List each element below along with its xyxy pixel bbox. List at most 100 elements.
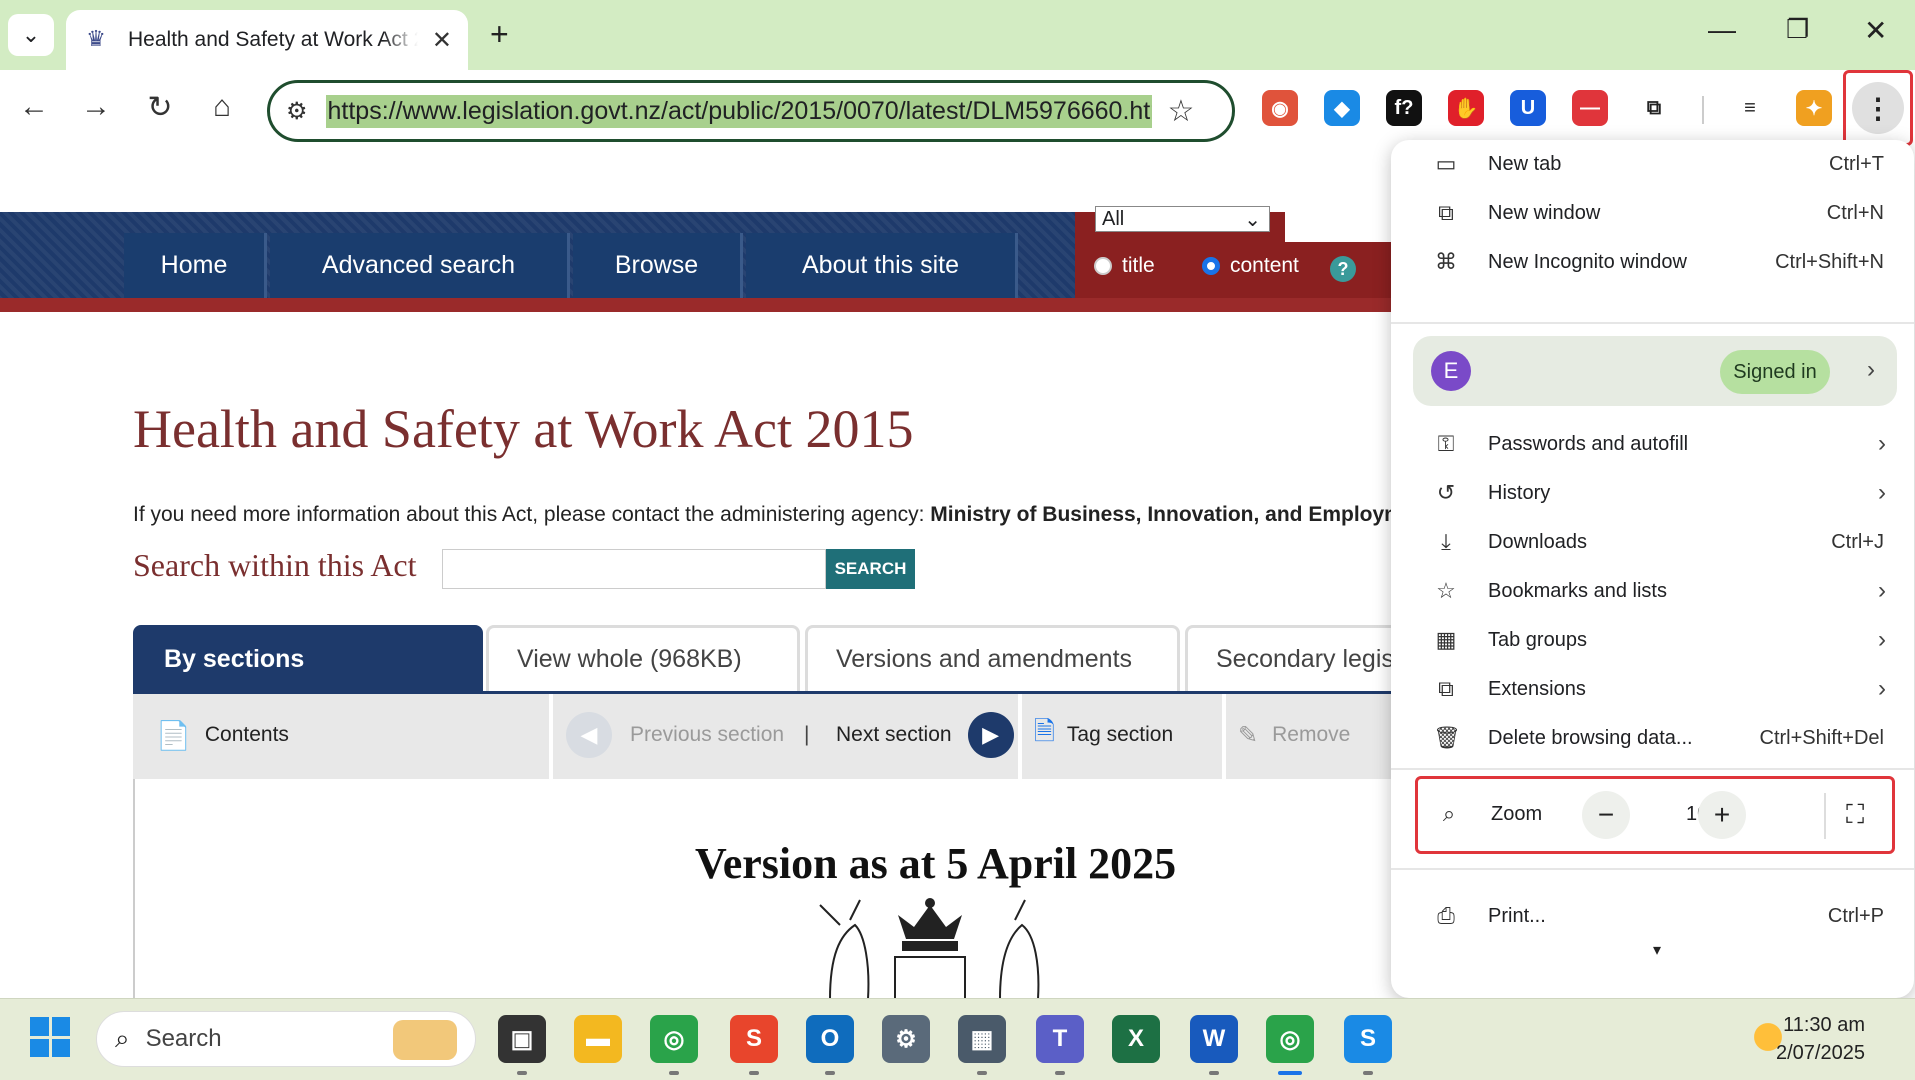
help-icon[interactable]: ? bbox=[1330, 256, 1356, 282]
menu-item-history[interactable]: ↺ History › bbox=[1391, 469, 1914, 517]
windows-start-icon[interactable] bbox=[30, 1017, 70, 1057]
contents-button[interactable]: 📄 Contents bbox=[156, 691, 289, 779]
adblock-extension-icon[interactable]: ✋ bbox=[1448, 90, 1484, 126]
menu-item-bookmarks-and-lists[interactable]: ☆ Bookmarks and lists › bbox=[1391, 567, 1914, 615]
chrome-menu-button[interactable]: ⋮ bbox=[1843, 70, 1913, 146]
star-icon[interactable]: ☆ bbox=[1168, 94, 1195, 129]
next-section-button[interactable]: Next section ▶ bbox=[836, 691, 1014, 779]
radio-title[interactable]: title bbox=[1094, 254, 1155, 278]
running-indicator bbox=[977, 1071, 987, 1075]
settings-icon[interactable]: ⚙ bbox=[882, 1015, 930, 1063]
tab-title: Health and Safety at Work Act 2015 No 70… bbox=[128, 28, 418, 51]
taskbar-search[interactable]: ⌕ Search bbox=[96, 1011, 476, 1067]
tag-section-button[interactable]: 🗎 Tag section bbox=[1034, 691, 1173, 779]
divider bbox=[1018, 694, 1022, 779]
menu-item-new-window[interactable]: ⧉ New window Ctrl+N bbox=[1391, 189, 1914, 237]
zoom-divider bbox=[1824, 793, 1826, 839]
excel-icon[interactable]: X bbox=[1112, 1015, 1160, 1063]
tab-view-whole[interactable]: View whole (968KB) bbox=[486, 625, 800, 691]
running-indicator bbox=[825, 1071, 835, 1075]
snagit-icon[interactable]: S bbox=[730, 1015, 778, 1063]
nav-browse[interactable]: Browse bbox=[573, 233, 743, 298]
close-tab-icon[interactable]: ✕ bbox=[432, 26, 452, 55]
stop-extension-icon[interactable]: — bbox=[1572, 90, 1608, 126]
close-window-icon[interactable]: ✕ bbox=[1864, 14, 1887, 47]
clock-time: 11:30 am bbox=[1783, 1014, 1865, 1036]
back-button[interactable]: ← bbox=[14, 90, 54, 124]
more-items-arrow[interactable]: ▾ bbox=[1653, 940, 1661, 960]
running-indicator bbox=[1209, 1071, 1219, 1075]
running-indicator bbox=[1363, 1071, 1373, 1075]
home-button[interactable]: ⌂ bbox=[202, 90, 242, 124]
forward-button[interactable]: → bbox=[76, 90, 116, 124]
active-tab[interactable]: ♛ Health and Safety at Work Act 2015 No … bbox=[66, 10, 468, 70]
menu-item-passwords-and-autofill[interactable]: ⚿ Passwords and autofill › bbox=[1391, 420, 1914, 468]
minimize-icon[interactable]: — bbox=[1708, 14, 1736, 46]
avatar: E bbox=[1431, 351, 1471, 391]
taskbar: ⌕ Search ▣ ▬ ◎ S O ⚙ ▦ T X W ◎ S 11:30 am 2/07/2025 bbox=[0, 998, 1915, 1080]
menu-item-label: New Incognito window bbox=[1488, 250, 1687, 273]
task-view-icon[interactable]: ▣ bbox=[498, 1015, 546, 1063]
menu-item-downloads[interactable]: ⤓ Downloads Ctrl+J bbox=[1391, 518, 1914, 566]
zoom-out-button[interactable]: − bbox=[1582, 791, 1630, 839]
next-section-label: Next section bbox=[836, 723, 952, 746]
address-bar[interactable]: ⚙ https://www.legislation.govt.nz/act/pu… bbox=[267, 80, 1235, 142]
menu-item-label: Print... bbox=[1488, 904, 1546, 927]
nav-about[interactable]: About this site bbox=[746, 233, 1018, 298]
profile-extension-icon[interactable]: ✦ bbox=[1796, 90, 1832, 126]
previous-section-button[interactable]: ◀ Previous section bbox=[566, 691, 784, 779]
zoom-in-button[interactable]: + bbox=[1698, 791, 1746, 839]
teams-icon[interactable]: T bbox=[1036, 1015, 1084, 1063]
outlook-icon[interactable]: O bbox=[806, 1015, 854, 1063]
chevron-down-icon: ⌄ bbox=[1244, 208, 1261, 231]
fullscreen-icon[interactable]: ⛶ bbox=[1846, 799, 1864, 831]
zoom-label: Zoom bbox=[1491, 803, 1543, 825]
radio-content[interactable]: content bbox=[1202, 254, 1299, 278]
puzzle-extensions-icon[interactable]: ⧉ bbox=[1636, 90, 1672, 126]
menu-item-delete-browsing-data[interactable]: 🗑 Delete browsing data... Ctrl+Shift+Del bbox=[1391, 714, 1914, 762]
bitwarden-extension-icon[interactable]: U bbox=[1510, 90, 1546, 126]
menu-divider bbox=[1391, 768, 1914, 770]
nav-advanced-search[interactable]: Advanced search bbox=[270, 233, 570, 298]
chrome-icon[interactable]: ◎ bbox=[650, 1015, 698, 1063]
formula-extension-icon[interactable]: f? bbox=[1386, 90, 1422, 126]
radio-dot bbox=[1094, 257, 1112, 275]
menu-item-print[interactable]: ⎙ Print... Ctrl+P bbox=[1391, 892, 1914, 940]
file-explorer-icon[interactable]: ▬ bbox=[574, 1015, 622, 1063]
cube-extension-icon[interactable]: ◆ bbox=[1324, 90, 1360, 126]
clock-date: 2/07/2025 bbox=[1776, 1042, 1865, 1064]
clock[interactable]: 11:30 am 2/07/2025 bbox=[1776, 1011, 1865, 1067]
search-within-input[interactable] bbox=[442, 549, 826, 589]
snagit-editor-icon[interactable]: S bbox=[1344, 1015, 1392, 1063]
tag-section-label: Tag section bbox=[1066, 723, 1174, 746]
menu-item-new-tab[interactable]: ▭ New tab Ctrl+T bbox=[1391, 140, 1914, 188]
remove-button[interactable]: ✎ Remove bbox=[1238, 691, 1350, 779]
menu-item-new-incognito-window[interactable]: ⌘ New Incognito window Ctrl+Shift+N bbox=[1391, 238, 1914, 286]
scope-select[interactable]: All ⌄ bbox=[1095, 206, 1270, 232]
word-icon[interactable]: W bbox=[1190, 1015, 1238, 1063]
search-within-label: Search within this Act bbox=[133, 547, 417, 583]
profile-row[interactable]: E Signed in › bbox=[1413, 336, 1897, 406]
tab-by-sections[interactable]: By sections bbox=[133, 625, 483, 691]
tune-icon[interactable]: ⚙ bbox=[286, 97, 308, 126]
plus-icon[interactable]: + bbox=[490, 16, 509, 53]
restore-icon[interactable]: ❐ bbox=[1786, 14, 1809, 45]
tab-versions[interactable]: Versions and amendments bbox=[805, 625, 1180, 691]
search-within-button[interactable]: SEARCH bbox=[826, 549, 915, 589]
nav-home[interactable]: Home bbox=[124, 233, 267, 298]
tab-secondary-legislation[interactable]: Secondary legislation bbox=[1185, 625, 1400, 691]
calculator-icon[interactable]: ▦ bbox=[958, 1015, 1006, 1063]
menu-item-extensions[interactable]: ⧉ Extensions › bbox=[1391, 665, 1914, 713]
chevron-right-icon: › bbox=[1878, 626, 1886, 653]
incognito-icon: ⌘ bbox=[1435, 249, 1457, 274]
reload-button[interactable]: ↻ bbox=[140, 90, 180, 125]
site-search-input[interactable] bbox=[1285, 206, 1405, 242]
media-controls-icon[interactable]: ≡ bbox=[1732, 90, 1768, 126]
chrome-profile-icon[interactable]: ◎ bbox=[1266, 1015, 1314, 1063]
tab-search-button[interactable]: ⌄ bbox=[8, 14, 54, 56]
chevron-right-icon: › bbox=[1878, 675, 1886, 702]
url-text[interactable]: https://www.legislation.govt.nz/act/publ… bbox=[325, 94, 1152, 128]
menu-item-tab-groups[interactable]: ▦ Tab groups › bbox=[1391, 616, 1914, 664]
pencil-icon: ✎ bbox=[1238, 721, 1259, 749]
color-extension-icon[interactable]: ◉ bbox=[1262, 90, 1298, 126]
